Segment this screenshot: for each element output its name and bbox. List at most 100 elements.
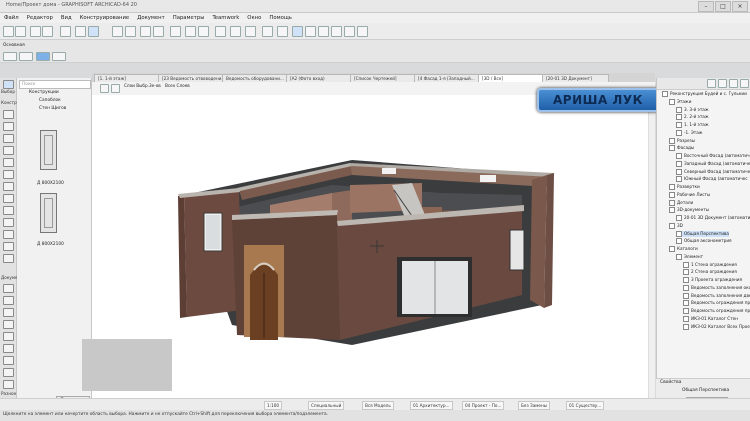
navigator-item[interactable]: Развертки	[669, 184, 700, 190]
menu-help[interactable]: Помощь	[265, 15, 296, 21]
polygon-icon[interactable]	[52, 52, 66, 61]
navigator-item[interactable]: 2. 2-й этаж	[676, 114, 709, 121]
window-tool-icon[interactable]	[3, 170, 14, 179]
text-tool-icon[interactable]	[3, 308, 14, 317]
zoom-icon[interactable]	[153, 26, 164, 37]
navigator-item[interactable]: 20-01 3D Документ (автоматич	[676, 215, 750, 221]
navigator-item[interactable]: 3 Проекта ограждения	[683, 277, 742, 283]
active-selection-icon[interactable]	[36, 52, 50, 61]
navigator-item[interactable]: 2 Стена ограждения	[683, 269, 737, 276]
menu-document[interactable]: Документ	[133, 15, 169, 21]
redo-icon[interactable]	[15, 26, 26, 37]
tree-item-saboblok[interactable]: Сапоблок	[39, 98, 61, 103]
elevation-icon[interactable]	[318, 26, 329, 37]
navigator-item[interactable]: 3D-документы	[669, 207, 709, 214]
navigator-item[interactable]: Каталоги	[669, 246, 698, 252]
lamp-tool-icon[interactable]	[3, 254, 14, 263]
selection-icon[interactable]	[3, 52, 17, 61]
navigator-item[interactable]: Общая аксонометрия	[676, 238, 732, 245]
window-icon[interactable]	[331, 26, 342, 37]
menu-window[interactable]: Окно	[243, 15, 265, 21]
zone-tool-icon[interactable]	[3, 230, 14, 239]
navigator-item[interactable]: Восточный Фасад (автоматиче	[676, 153, 750, 159]
fill-tool-icon[interactable]	[3, 332, 14, 341]
menu-teamwork[interactable]: Teamwork	[208, 15, 243, 21]
layout-icon[interactable]	[292, 26, 303, 37]
navigator-item[interactable]: -1. Этаж	[676, 129, 703, 136]
graphic-override-selector[interactable]: Без Замены	[518, 401, 551, 410]
cursor-icon[interactable]	[88, 26, 99, 37]
navigator-item[interactable]: Разрезы	[669, 137, 695, 144]
slab-tool-icon[interactable]	[3, 146, 14, 155]
navigator-item[interactable]: Северный Фасад (автоматиче	[676, 168, 750, 175]
layer-icon[interactable]	[170, 26, 181, 37]
line-tool-icon[interactable]	[3, 344, 14, 353]
snap-icon[interactable]	[125, 26, 136, 37]
navigator-item[interactable]: Этажи	[669, 98, 691, 105]
navigator-item[interactable]: Западный Фасад (автоматиче	[676, 160, 750, 167]
3d-icon[interactable]	[262, 26, 273, 37]
navigator-item[interactable]: Рабочие Листы	[669, 191, 710, 198]
navigator-item[interactable]: Фасады	[669, 145, 694, 152]
layout-book-icon[interactable]	[729, 79, 738, 88]
renovation-filter-selector[interactable]: 04 Проект - По...	[462, 401, 505, 410]
teamwork-icon[interactable]	[357, 26, 368, 37]
marquee-icon[interactable]	[19, 52, 33, 61]
navigator-item[interactable]: 3. 3-й этаж	[676, 106, 709, 113]
trace-icon[interactable]	[245, 26, 256, 37]
pen-set-selector[interactable]: 01 Архитектур...	[410, 401, 453, 410]
layer-combination-selector[interactable]: Специальный	[308, 401, 345, 410]
navigator-item[interactable]: Элемент	[676, 253, 703, 260]
publisher-icon[interactable]	[740, 79, 749, 88]
beam-tool-icon[interactable]	[3, 134, 14, 143]
navigator-item[interactable]: ИКЗ-02 Каталог Всех Проем	[683, 323, 750, 330]
pan-icon[interactable]	[111, 84, 120, 93]
navigator-item[interactable]: Ведомость ограждения про	[683, 308, 750, 314]
menu-view[interactable]: Вид	[57, 15, 76, 21]
wall-tool-icon[interactable]	[3, 110, 14, 119]
undo-icon[interactable]	[3, 26, 14, 37]
object-tool-icon[interactable]	[3, 242, 14, 251]
minimize-button[interactable]: –	[698, 1, 714, 12]
stair-tool-icon[interactable]	[3, 194, 14, 203]
orbit-icon[interactable]	[100, 84, 109, 93]
project-map-icon[interactable]	[707, 79, 716, 88]
arrow-tool-icon[interactable]	[3, 80, 14, 89]
structure-display-selector[interactable]: 01 Существу...	[566, 401, 605, 410]
tree-item-walls[interactable]: Стен Щигов	[39, 106, 66, 111]
measure-icon[interactable]	[230, 26, 241, 37]
menu-design[interactable]: Конструирование	[76, 15, 134, 21]
scale-selector[interactable]: 1:100	[264, 401, 283, 410]
dimension-tool-icon[interactable]	[3, 284, 14, 293]
viewport-scrollbar[interactable]	[648, 95, 655, 398]
magic-wand-icon[interactable]	[140, 26, 151, 37]
menu-file[interactable]: Файл	[0, 15, 23, 21]
polyline-tool-icon[interactable]	[3, 368, 14, 377]
pen-set-icon[interactable]	[185, 26, 196, 37]
view-map-icon[interactable]	[718, 79, 727, 88]
navigator-item[interactable]: Южный Фасад (автоматичес	[676, 176, 748, 183]
door-thumbnail-2[interactable]	[40, 193, 57, 233]
copy-icon[interactable]	[42, 26, 53, 37]
door-thumbnail-1[interactable]	[40, 130, 57, 170]
menu-edit[interactable]: Редактор	[23, 15, 57, 21]
arc-tool-icon[interactable]	[3, 356, 14, 365]
navigator-item[interactable]: Ведомость заполнения оконн	[683, 284, 750, 291]
navigator-item[interactable]: Детали	[669, 199, 693, 206]
grid-icon[interactable]	[112, 26, 123, 37]
navigator-item[interactable]: Ведомость ограждения про	[683, 300, 750, 307]
navigator-item[interactable]: Общая Перспектива	[676, 230, 729, 237]
3d-viewport[interactable]	[92, 95, 655, 398]
navigator-item[interactable]: ИКЗ-01 Каталог Стен	[683, 315, 738, 322]
navigator-item[interactable]: Реконструкция Будей и с. Гулькии	[662, 91, 747, 97]
plan-icon[interactable]	[305, 26, 316, 37]
label-tool-icon[interactable]	[3, 320, 14, 329]
model-view-selector[interactable]: Вся Модель	[362, 401, 394, 410]
mvo-icon[interactable]	[198, 26, 209, 37]
arrow-icon[interactable]	[75, 26, 86, 37]
navigator-item[interactable]: 1 Стена ограждения	[683, 261, 737, 268]
cut-icon[interactable]	[30, 26, 41, 37]
navigator-item[interactable]: 3D	[669, 222, 683, 229]
roof-tool-icon[interactable]	[3, 182, 14, 191]
mesh-tool-icon[interactable]	[3, 218, 14, 227]
